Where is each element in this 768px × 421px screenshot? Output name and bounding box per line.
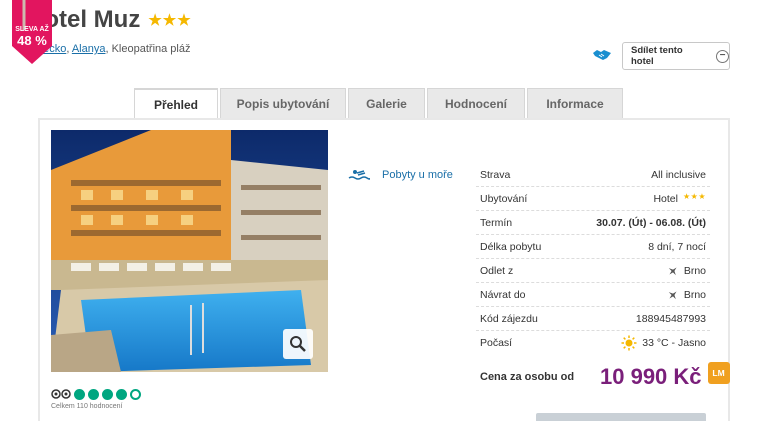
info-row-kod: Kód zájezdu 188945487993 [476,307,710,331]
rating-dot [130,388,141,400]
rating-dot [116,388,127,400]
tab-galerie[interactable]: Galerie [348,88,425,118]
info-label: Návrat do [480,288,526,301]
info-label: Počasí [480,337,513,349]
info-value-wrap: Hotel ★★★ [653,192,706,205]
info-value: 30.07. (Út) - 06.08. (Út) [596,216,706,229]
discount-text: SLEVA AŽ 48 % [8,26,56,48]
tab-informace[interactable]: Informace [527,88,623,118]
info-row-navrat: Návrat do Brno [476,283,710,307]
info-label: Odlet z [480,264,514,277]
info-value-wrap: Brno [667,289,706,301]
beach-stays-link[interactable]: Pobyty u moře [348,168,453,182]
tab-popis-ubytovani[interactable]: Popis ubytování [220,88,346,118]
info-value: 33 °C - Jasno [642,337,706,349]
info-row-strava: Strava All inclusive [476,163,710,187]
discount-value: 48 % [17,33,47,48]
beach-waves-icon [348,170,370,180]
info-value-wrap: Brno [667,265,706,277]
info-label: Strava [480,168,511,181]
trip-info-table: Strava All inclusive Ubytování Hotel ★★★… [476,163,710,355]
info-label: Ubytování [480,192,528,205]
plane-icon [668,290,677,299]
share-hotel-button[interactable]: Sdílet tento hotel − [622,42,730,70]
info-value: Hotel [653,192,678,205]
info-value: All inclusive [651,168,706,181]
info-row-ubytovani: Ubytování Hotel ★★★ [476,187,710,211]
share-hotel-label: Sdílet tento hotel [631,45,683,67]
hotel-tabs: Přehled Popis ubytování Galerie Hodnocen… [134,88,625,119]
info-value: Brno [683,288,706,301]
zoom-button[interactable] [283,329,313,359]
info-value-wrap: 33 °C - Jasno [621,335,706,351]
info-row-termin: Termín 30.07. (Út) - 06.08. (Út) [476,211,710,235]
beach-stays-label: Pobyty u moře [382,169,453,181]
rating-dot [74,388,85,400]
breadcrumb-separator: , [66,43,70,55]
hotel-stars: ★★★ [148,12,192,29]
info-label: Kód zájezdu [480,312,538,325]
rating-dot [102,388,113,400]
last-minute-badge: LM [707,362,730,384]
info-row-odlet: Odlet z Brno [476,259,710,283]
sun-icon [621,335,637,351]
minus-circle-icon: − [716,49,729,63]
accommodation-stars: ★★★ [682,192,706,201]
breadcrumb-city-link[interactable]: Alanya [72,43,106,55]
price-row: Cena za osobu od 10 990 Kč LM [476,362,736,390]
info-value: Brno [683,264,706,277]
magnifier-icon [290,336,306,352]
info-value: 8 dní, 7 nocí [648,240,706,253]
rating-dot [88,388,99,400]
tab-hodnoceni[interactable]: Hodnocení [427,88,525,118]
order-button[interactable] [536,413,706,421]
breadcrumb-beach: , Kleopatřina pláž [105,43,191,55]
info-row-delka: Délka pobytu 8 dní, 7 nocí [476,235,710,259]
plane-icon [668,266,677,275]
info-value: 188945487993 [635,312,706,325]
tripadvisor-rating[interactable] [51,388,141,400]
tab-prehled[interactable]: Přehled [134,88,218,119]
price-value: 10 990 Kč [600,364,702,389]
rating-count: Celkem 110 hodnocení [51,403,123,410]
info-label: Délka pobytu [480,240,542,253]
tripadvisor-owl-icon [51,389,71,399]
price-label: Cena za osobu od [480,371,575,383]
info-row-pocasi: Počasí 33 °C - Jasno [476,331,710,355]
handshake-icon[interactable] [592,47,612,63]
discount-label: SLEVA AŽ [15,26,49,33]
info-label: Termín [480,216,513,229]
